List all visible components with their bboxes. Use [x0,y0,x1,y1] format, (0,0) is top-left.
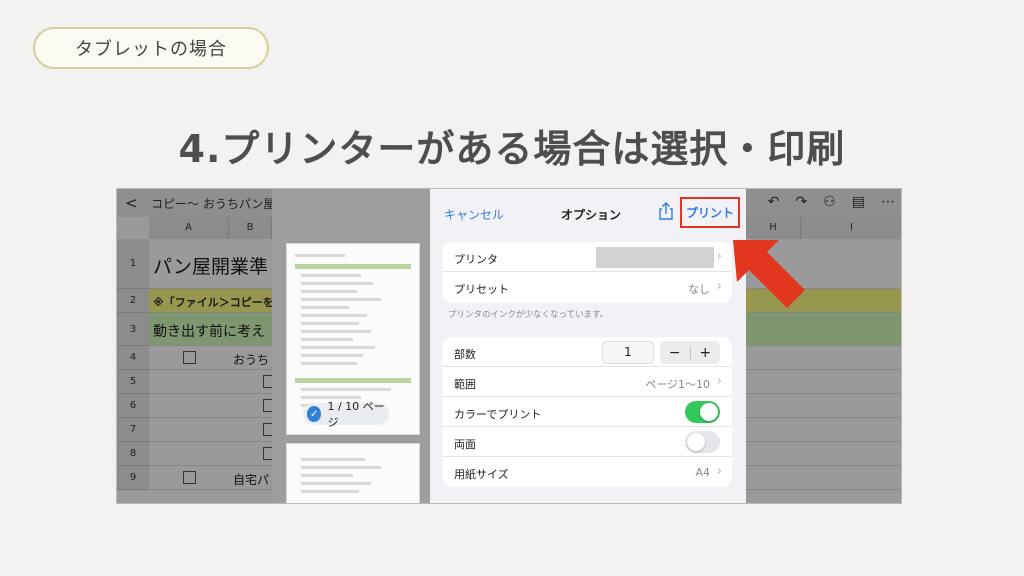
duplex-row: 両面 [442,427,732,457]
section-tag-label: タブレットの場合 [75,39,227,60]
row-header[interactable]: 2 [117,289,149,313]
chevron-right-icon: › [716,249,722,264]
row9-text: 自宅パ [233,473,270,487]
checkbox[interactable] [183,471,196,484]
increment-button[interactable]: + [691,345,721,361]
color-label: カラーでプリント [454,408,542,421]
print-options-panel: キャンセル オプション プリント プリンタ › プリセット なし › プリンタの… [430,189,746,503]
row4-text: おうち [233,353,270,367]
printer-settings-group: プリンタ › プリセット なし › [442,242,732,303]
share-icon[interactable] [658,202,674,220]
checkmark-icon: ✓ [307,406,322,422]
color-toggle[interactable] [685,401,720,423]
column-header-a[interactable]: A [149,217,229,239]
chevron-right-icon: › [716,279,722,294]
add-user-icon[interactable]: ⚇ [823,194,836,210]
document-title: コピー〜 おうちパン屋 [151,197,276,211]
row-header[interactable]: 3 [117,313,149,346]
paper-size-label: 用紙サイズ [454,468,509,481]
undo-icon[interactable]: ↶ [768,194,780,210]
options-title: オプション [561,208,622,222]
cancel-button[interactable]: キャンセル [444,206,504,223]
copies-stepper: − + [660,341,720,364]
ink-warning-note: プリンタのインクが少なくなっています。 [448,310,609,320]
row-header[interactable]: 9 [117,466,149,490]
print-options-group: 部数 1 − + 範囲 ページ1〜10 › カラーでプリント 両面 用紙サイズ … [442,337,732,487]
print-preview-pane: ✓ 1 / 10 ページ [272,189,430,503]
arrow-icon [733,240,805,308]
row2-text: ※「ファイル＞コピーを [153,296,274,309]
copies-row: 部数 1 − + [442,337,732,367]
checkbox[interactable] [183,351,196,364]
decrement-button[interactable]: − [660,345,690,361]
page-count-badge: ✓ 1 / 10 ページ [303,400,389,429]
row-header[interactable]: 5 [117,370,149,394]
row-header[interactable]: 6 [117,394,149,418]
row1-text: パン屋開業準 [153,256,268,278]
print-button[interactable]: プリント [680,197,740,228]
chevron-right-icon: › [716,464,722,479]
comment-icon[interactable]: ▤ [852,194,865,210]
row-header[interactable]: 8 [117,442,149,466]
row-header[interactable]: 1 [117,239,149,289]
chevron-right-icon: › [716,374,722,389]
row-header[interactable]: 7 [117,418,149,442]
duplex-label: 両面 [454,438,476,451]
color-row: カラーでプリント [442,397,732,427]
row3-text: 動き出す前に考え [153,324,265,340]
preset-label: プリセット [454,283,509,296]
copies-input[interactable]: 1 [602,341,654,364]
paper-size-row[interactable]: 用紙サイズ A4 › [442,457,732,487]
section-tag: タブレットの場合 [33,27,269,69]
printer-name-redacted [596,247,714,268]
column-header-i[interactable]: I [801,217,901,239]
printer-row[interactable]: プリンタ › [442,242,732,272]
duplex-toggle[interactable] [685,431,720,453]
printer-label: プリンタ [454,253,498,266]
more-icon[interactable]: ⋯ [881,194,895,210]
preset-value: なし [688,283,710,296]
page-thumbnail[interactable] [286,443,420,503]
range-value: ページ1〜10 [645,378,710,391]
row-header[interactable]: 4 [117,346,149,370]
paper-size-value: A4 [695,466,710,479]
options-navbar: キャンセル オプション プリント [430,189,746,235]
column-header-b[interactable]: B [229,217,272,239]
range-label: 範囲 [454,378,476,391]
page-title: 4.プリンターがある場合は選択・印刷 [178,127,846,171]
preset-row[interactable]: プリセット なし › [442,272,732,302]
range-row[interactable]: 範囲 ページ1〜10 › [442,367,732,397]
page-count-label: 1 / 10 ページ [327,400,385,429]
redo-icon[interactable]: ↷ [795,194,807,210]
copies-label: 部数 [454,348,476,361]
chevron-left-icon[interactable]: < [125,194,138,212]
